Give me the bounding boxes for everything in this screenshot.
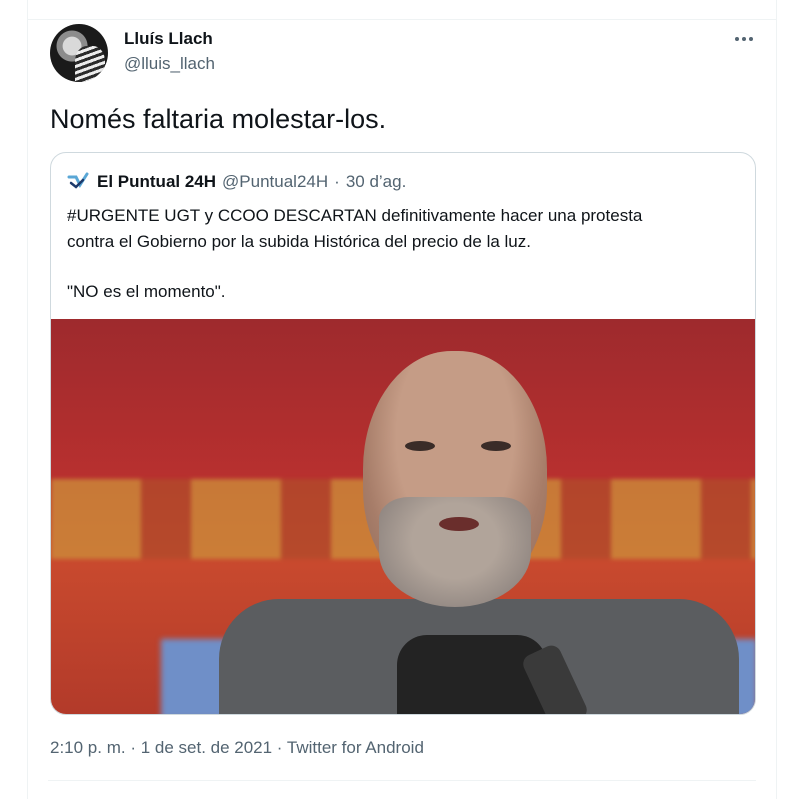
- tweet-text: Només faltaria molestar-los.: [50, 104, 387, 134]
- author-avatar[interactable]: [50, 24, 108, 82]
- quoted-text-line: #URGENTE UGT y CCOO DESCARTAN definitiva…: [67, 206, 643, 225]
- quoted-tweet-text: #URGENTE UGT y CCOO DESCARTAN definitiva…: [67, 203, 737, 305]
- photo-person-beard: [379, 497, 531, 607]
- quoted-author-handle[interactable]: @Puntual24H: [222, 172, 328, 192]
- bottom-divider: [48, 780, 756, 781]
- tweet-timestamp[interactable]: 2:10 p. m. · 1 de set. de 2021 · Twitter…: [50, 738, 424, 758]
- more-options-button[interactable]: [731, 28, 757, 50]
- photo-person-eye: [481, 441, 511, 451]
- ellipsis-icon-dot: [742, 37, 746, 41]
- puntual-logo-icon: [67, 171, 91, 193]
- quoted-tweet-header: El Puntual 24H @Puntual24H · 30 d’ag.: [67, 171, 406, 193]
- photo-person-shirt: [397, 635, 547, 714]
- quoted-text-line: "NO es el momento".: [67, 282, 226, 301]
- top-divider: [28, 19, 776, 20]
- quoted-separator: ·: [334, 172, 340, 191]
- author-handle[interactable]: @lluis_llach: [124, 54, 215, 74]
- photo-person-eye: [405, 441, 435, 451]
- quoted-author-name[interactable]: El Puntual 24H: [97, 172, 216, 192]
- ellipsis-icon: [735, 37, 739, 41]
- quoted-date[interactable]: 30 d’ag.: [346, 172, 407, 192]
- ellipsis-icon-dot: [749, 37, 753, 41]
- photo-person-mouth: [439, 517, 479, 531]
- author-name[interactable]: Lluís Llach: [124, 29, 213, 49]
- quoted-tweet-card[interactable]: El Puntual 24H @Puntual24H · 30 d’ag. #U…: [50, 152, 756, 715]
- tweet-container: Lluís Llach @lluis_llach Només faltaria …: [27, 0, 777, 799]
- quoted-text-line: contra el Gobierno por la subida Históri…: [67, 232, 531, 251]
- quoted-tweet-photo[interactable]: [51, 319, 755, 714]
